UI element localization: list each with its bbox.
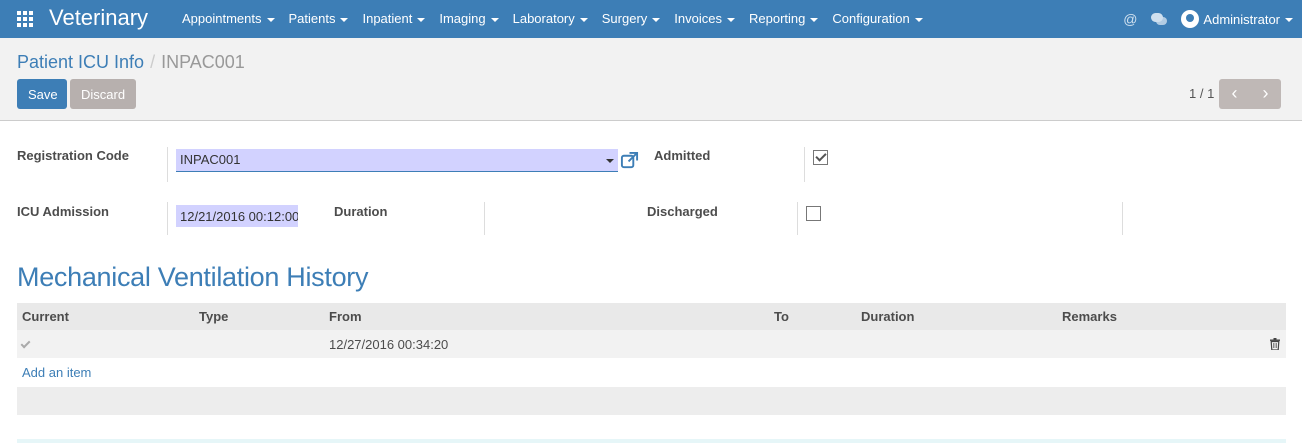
main-menu: Appointments Patients Inpatient Imaging … bbox=[175, 0, 930, 38]
caret-down-icon bbox=[579, 17, 588, 22]
chevron-left-icon: ‹ bbox=[1231, 83, 1238, 103]
table-row[interactable]: 12/27/2016 00:34:20 bbox=[17, 330, 1286, 358]
caret-down-icon bbox=[810, 17, 819, 22]
menu-inpatient[interactable]: Inpatient bbox=[355, 0, 432, 38]
caret-down-icon bbox=[914, 17, 923, 22]
current-check-icon bbox=[20, 338, 31, 349]
table-header: Current Type From To Duration Remarks bbox=[17, 303, 1286, 330]
discharged-checkbox[interactable] bbox=[806, 206, 821, 221]
admitted-label: Admitted bbox=[654, 148, 711, 163]
avatar[interactable] bbox=[1181, 10, 1200, 28]
caret-down-icon bbox=[727, 17, 735, 22]
pager-previous-button[interactable]: ‹ bbox=[1219, 79, 1250, 109]
column-header-remarks[interactable]: Remarks bbox=[1062, 309, 1117, 324]
admitted-checkbox[interactable] bbox=[813, 150, 828, 165]
caret-down-icon bbox=[417, 17, 426, 22]
menu-reporting[interactable]: Reporting bbox=[742, 0, 825, 38]
breadcrumb: Patient ICU Info / INPAC001 bbox=[17, 52, 245, 73]
column-header-duration[interactable]: Duration bbox=[861, 309, 914, 324]
menu-configuration[interactable]: Configuration bbox=[825, 0, 929, 38]
bottom-strip bbox=[17, 439, 1286, 443]
caret-down-icon bbox=[266, 17, 275, 22]
field-divider bbox=[167, 147, 168, 182]
menu-laboratory[interactable]: Laboratory bbox=[506, 0, 595, 38]
icu-admission-label: ICU Admission bbox=[17, 204, 109, 219]
caret-down-icon bbox=[340, 17, 349, 22]
control-panel: Patient ICU Info / INPAC001 Save Discard 1… bbox=[0, 38, 1302, 121]
section-title: Mechanical Ventilation History bbox=[17, 262, 369, 292]
pager-next-button[interactable]: › bbox=[1250, 79, 1281, 109]
field-divider bbox=[167, 202, 168, 235]
chevron-right-icon: › bbox=[1262, 83, 1269, 103]
breadcrumb-parent[interactable]: Patient ICU Info bbox=[17, 52, 144, 72]
discard-button[interactable]: Discard bbox=[70, 79, 136, 109]
column-header-from[interactable]: From bbox=[329, 309, 362, 324]
external-link-icon[interactable] bbox=[620, 151, 639, 170]
field-divider bbox=[1122, 202, 1123, 235]
table-footer bbox=[17, 387, 1286, 415]
field-divider bbox=[484, 202, 485, 235]
column-header-current[interactable]: Current bbox=[22, 309, 69, 324]
apps-grid-icon[interactable] bbox=[17, 11, 34, 27]
field-divider bbox=[804, 147, 805, 182]
trash-icon[interactable] bbox=[1270, 338, 1280, 350]
registration-code-label: Registration Code bbox=[17, 148, 129, 163]
form-sheet: Registration Code INPAC001 Admitted ICU … bbox=[0, 121, 1302, 443]
menu-surgery[interactable]: Surgery bbox=[595, 0, 668, 38]
menu-patients[interactable]: Patients bbox=[282, 0, 356, 38]
column-header-type[interactable]: Type bbox=[199, 309, 228, 324]
menu-imaging[interactable]: Imaging bbox=[432, 0, 505, 38]
add-item-link[interactable]: Add an item bbox=[22, 365, 91, 380]
top-navbar: Veterinary Appointments Patients Inpatie… bbox=[0, 0, 1302, 38]
mention-icon[interactable]: @ bbox=[1123, 11, 1137, 27]
pager-value[interactable]: 1 / 1 bbox=[1189, 86, 1214, 101]
cell-from: 12/27/2016 00:34:20 bbox=[329, 337, 449, 352]
save-button[interactable]: Save bbox=[17, 79, 67, 109]
registration-code-select[interactable]: INPAC001 bbox=[176, 149, 618, 172]
user-menu[interactable]: Administrator bbox=[1203, 12, 1293, 27]
discharged-label: Discharged bbox=[647, 204, 718, 219]
menu-appointments[interactable]: Appointments bbox=[175, 0, 282, 38]
caret-down-icon bbox=[606, 159, 614, 163]
chat-icon[interactable] bbox=[1151, 12, 1168, 26]
menu-invoices[interactable]: Invoices bbox=[667, 0, 742, 38]
caret-down-icon bbox=[1285, 18, 1293, 23]
field-divider bbox=[797, 202, 798, 235]
breadcrumb-separator: / bbox=[150, 52, 156, 72]
duration-label: Duration bbox=[334, 204, 388, 219]
nav-right: @ Administrator bbox=[1123, 0, 1302, 38]
icu-admission-input[interactable]: 12/21/2016 00:12:00 bbox=[176, 205, 298, 227]
column-header-to[interactable]: To bbox=[774, 309, 789, 324]
breadcrumb-current: INPAC001 bbox=[161, 52, 245, 72]
registration-code-value: INPAC001 bbox=[180, 152, 241, 167]
caret-down-icon bbox=[490, 17, 499, 22]
caret-down-icon bbox=[652, 17, 661, 22]
app-brand[interactable]: Veterinary bbox=[49, 5, 148, 31]
